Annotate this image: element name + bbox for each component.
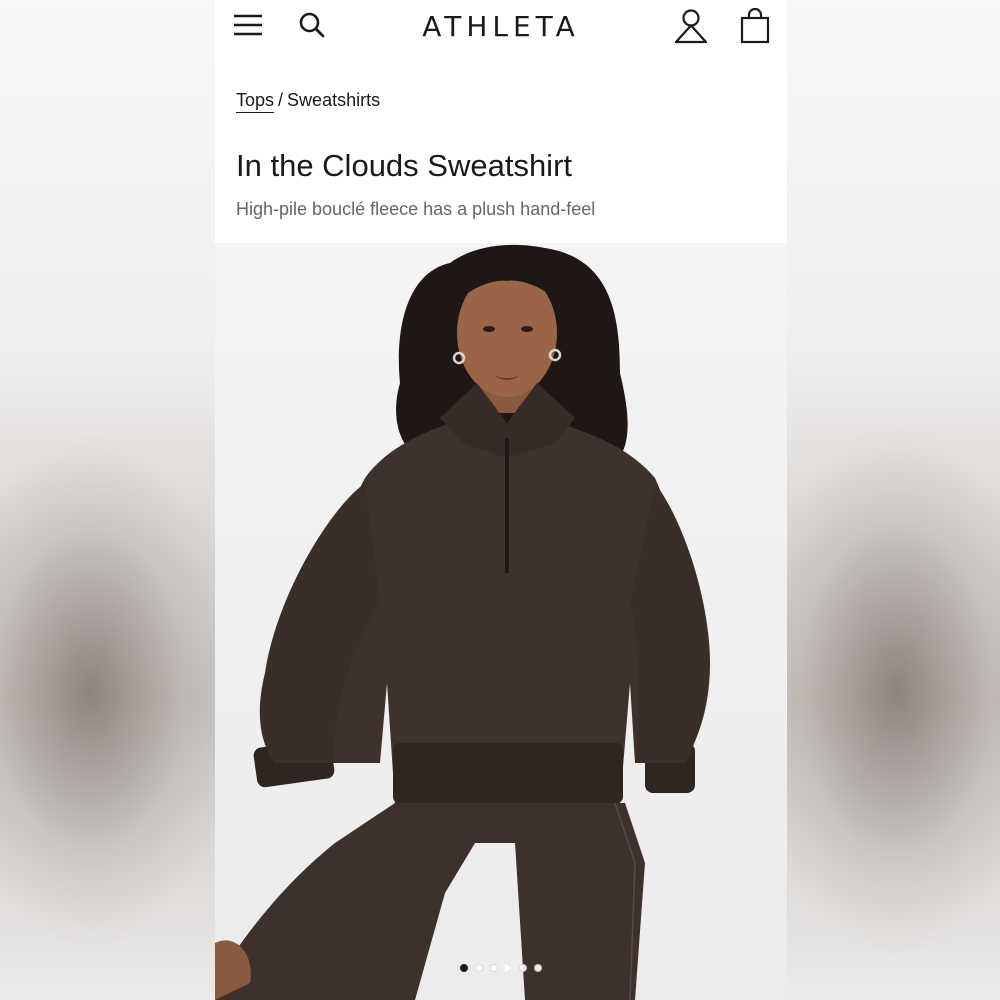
shopping-bag-icon	[740, 8, 770, 44]
product-photo-illustration	[215, 244, 710, 1000]
top-navigation-bar: ATHLETA	[215, 0, 787, 58]
account-button[interactable]	[671, 6, 711, 46]
blurred-background-left	[0, 0, 240, 1000]
account-icon	[674, 9, 708, 44]
mobile-page: ATHLETA Tops / Sweatshirts In the Clouds S…	[215, 0, 787, 1000]
product-subtitle: High-pile bouclé fleece has a plush hand…	[236, 199, 596, 219]
breadcrumb-separator: /	[278, 90, 284, 110]
carousel-dot-1[interactable]	[460, 964, 468, 972]
carousel-pagination	[215, 964, 787, 972]
carousel-play-icon[interactable]	[505, 964, 512, 972]
carousel-dot-5[interactable]	[534, 964, 542, 972]
shopping-bag-button[interactable]	[737, 6, 773, 46]
breadcrumb: Tops / Sweatshirts	[236, 90, 381, 113]
blurred-background-right	[747, 0, 1000, 1000]
carousel-dot-2[interactable]	[475, 964, 483, 972]
product-title: In the Clouds Sweatshirt	[236, 148, 573, 183]
carousel-dot-4[interactable]	[519, 964, 527, 972]
breadcrumb-current: Sweatshirts	[287, 90, 381, 110]
carousel-dot-3[interactable]	[490, 964, 498, 972]
product-image[interactable]	[215, 243, 787, 1000]
breadcrumb-link-tops[interactable]: Tops	[236, 90, 275, 113]
